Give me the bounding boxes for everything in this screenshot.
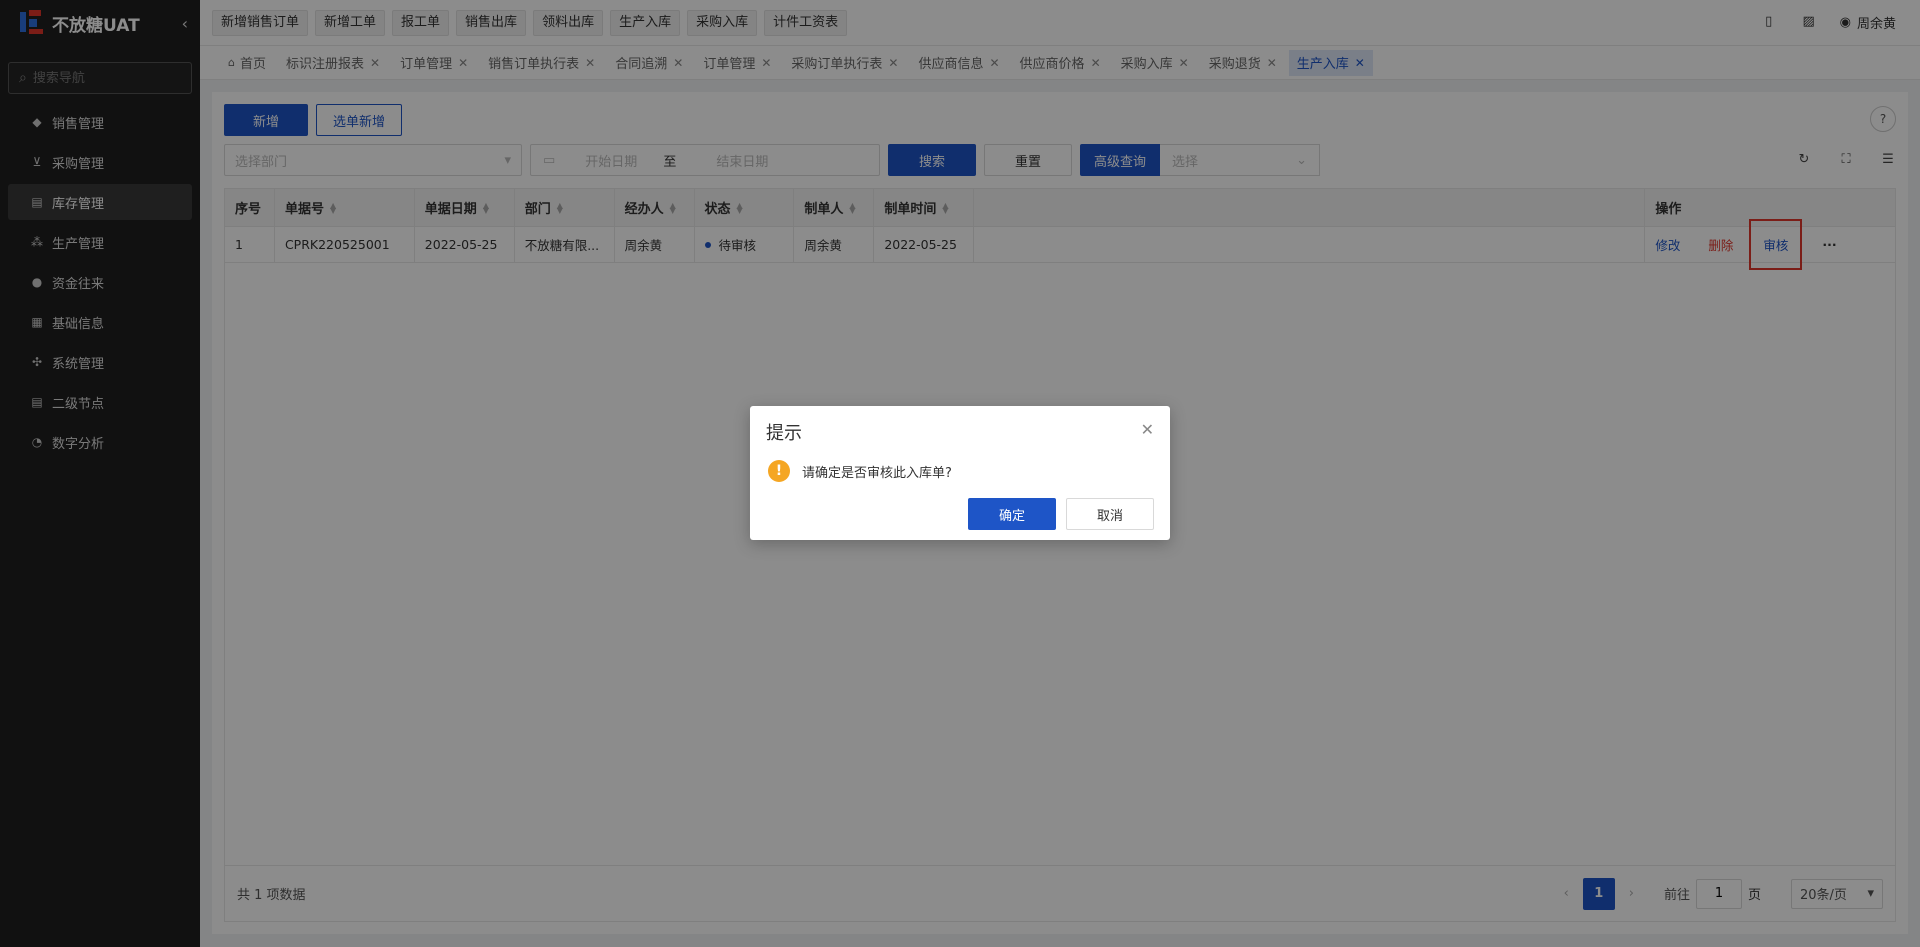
warning-icon: ! (768, 460, 790, 482)
dialog-actions: 确定 取消 (968, 498, 1154, 530)
dialog-body: ! 请确定是否审核此入库单? (768, 460, 952, 482)
cancel-button[interactable]: 取消 (1066, 498, 1154, 530)
dialog-title: 提示 (766, 423, 802, 444)
dialog-message: 请确定是否审核此入库单? (802, 465, 952, 481)
confirm-dialog: 提示 ✕ ! 请确定是否审核此入库单? 确定 取消 (750, 406, 1170, 540)
confirm-button[interactable]: 确定 (968, 498, 1056, 530)
close-icon[interactable]: ✕ (1141, 420, 1154, 439)
